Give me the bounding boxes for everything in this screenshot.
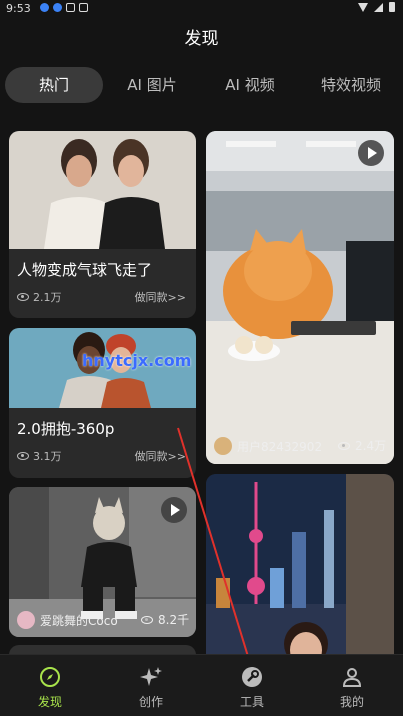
- bottom-nav: 发现 创作 工具 我的: [0, 654, 403, 716]
- wifi-icon: [358, 2, 368, 12]
- battery-icon: [389, 2, 395, 12]
- nav-label: 工具: [239, 695, 264, 709]
- video-card-balloon[interactable]: 人物变成气球飞走了 2.1万 做同款>>: [9, 131, 196, 318]
- notification-icon: [40, 3, 49, 12]
- view-count: 2.1万: [17, 289, 62, 305]
- card-title: 2.0拥抱-360p: [17, 420, 115, 438]
- avatar: [17, 611, 35, 629]
- video-card-dance[interactable]: 爱跳舞的Coco 8.2千: [9, 487, 196, 637]
- nav-discover[interactable]: 发现: [0, 655, 100, 716]
- card-title: 人物变成气球飞走了: [17, 261, 153, 279]
- view-count: 3.1万: [17, 448, 62, 464]
- card-thumbnail: [206, 474, 394, 664]
- sparkle-icon: [140, 667, 162, 686]
- view-count: 8.2千: [141, 611, 189, 628]
- watermark: hnytcjx.com: [82, 351, 192, 370]
- author-info: 用户82432902: [214, 437, 322, 455]
- status-bar: 9:53: [0, 0, 403, 16]
- eye-icon: [17, 452, 29, 460]
- play-icon[interactable]: [358, 140, 384, 166]
- nav-profile[interactable]: 我的: [302, 655, 402, 716]
- nav-tools[interactable]: 工具: [202, 655, 302, 716]
- card-thumbnail: [206, 131, 394, 464]
- person-icon: [342, 668, 362, 687]
- tab-ai-video[interactable]: AI 视频: [210, 67, 290, 103]
- tab-effect-video[interactable]: 特效视频: [306, 67, 396, 103]
- video-card-city[interactable]: [206, 474, 394, 664]
- view-count: 2.4万: [338, 437, 386, 454]
- eye-icon: [338, 441, 350, 450]
- page-title: 发现: [184, 29, 219, 49]
- tab-ai-image[interactable]: AI 图片: [112, 67, 192, 103]
- notification-icons: [40, 3, 88, 12]
- view-count-value: 3.1万: [33, 450, 62, 463]
- view-count-value: 2.4万: [355, 439, 387, 453]
- author-name: 用户82432902: [237, 439, 323, 454]
- view-count-value: 2.1万: [33, 291, 62, 304]
- notification-icon: [53, 3, 62, 12]
- card-thumbnail: [9, 131, 196, 249]
- nav-label: 创作: [138, 695, 163, 709]
- nav-label: 我的: [339, 695, 364, 709]
- eye-icon: [17, 293, 29, 301]
- tools-icon: [242, 667, 262, 687]
- author-info: 爱跳舞的Coco: [17, 611, 118, 629]
- avatar: [214, 437, 232, 455]
- make-same-button[interactable]: 做同款>>: [135, 289, 186, 305]
- tab-hot[interactable]: 热门: [5, 67, 103, 103]
- category-tabs: 热门 AI 图片 AI 视频 特效视频: [0, 67, 403, 103]
- author-name: 爱跳舞的Coco: [40, 613, 118, 628]
- cube-icon: [66, 3, 75, 12]
- view-count-value: 8.2千: [158, 613, 190, 627]
- video-card-cat[interactable]: 用户82432902 2.4万: [206, 131, 394, 464]
- cube-icon: [79, 3, 88, 12]
- nav-label: 发现: [37, 695, 62, 709]
- nav-create[interactable]: 创作: [101, 655, 201, 716]
- signal-icon: [374, 2, 383, 12]
- play-icon[interactable]: [161, 497, 187, 523]
- status-time: 9:53: [6, 2, 31, 15]
- compass-icon: [40, 667, 60, 687]
- eye-icon: [141, 615, 153, 624]
- make-same-button[interactable]: 做同款>>: [135, 448, 186, 464]
